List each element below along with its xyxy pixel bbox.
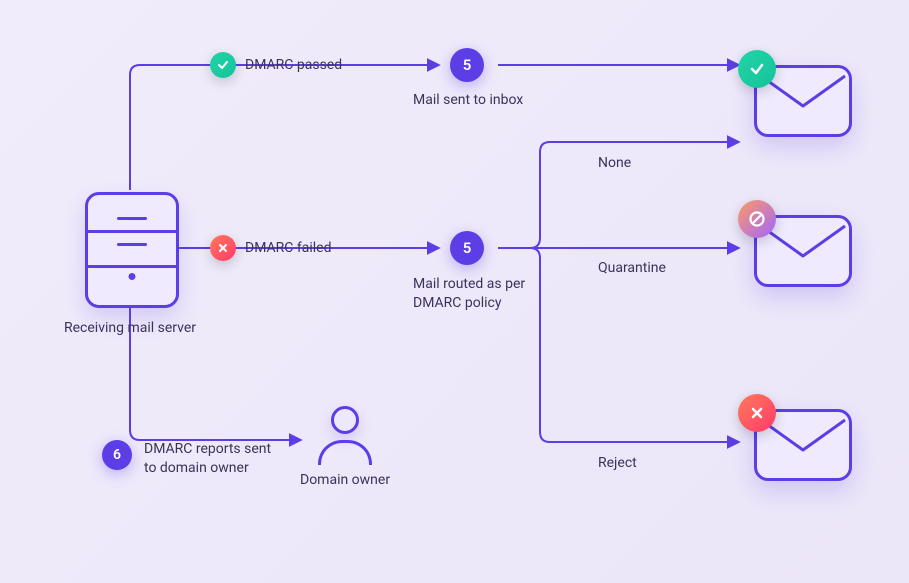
server-icon [85,192,179,308]
routed-label-line1: Mail routed as per [413,275,525,294]
reports-label-line2: to domain owner [144,459,271,478]
reports-label: DMARC reports sent to domain owner [144,440,271,478]
routed-label-line2: DMARC policy [413,294,525,313]
passed-label: DMARC passed [245,57,342,73]
policy-reject-label: Reject [598,455,637,471]
routed-label: Mail routed as per DMARC policy [413,275,525,313]
owner-label: Domain owner [300,472,390,488]
inbox-label: Mail sent to inbox [413,92,523,108]
cross-icon [210,235,236,261]
check-icon [738,50,776,88]
block-icon [738,200,776,238]
step-badge-routed: 5 [450,231,484,265]
failed-label: DMARC failed [245,240,332,256]
check-icon [210,52,236,78]
step-badge-reports: 6 [102,440,132,470]
policy-none-label: None [598,155,631,171]
server-label: Receiving mail server [64,320,196,336]
step-badge-inbox: 5 [450,48,484,82]
cross-icon [738,394,776,432]
reports-label-line1: DMARC reports sent [144,440,271,459]
person-icon [315,395,375,465]
policy-quarantine-label: Quarantine [598,260,666,276]
